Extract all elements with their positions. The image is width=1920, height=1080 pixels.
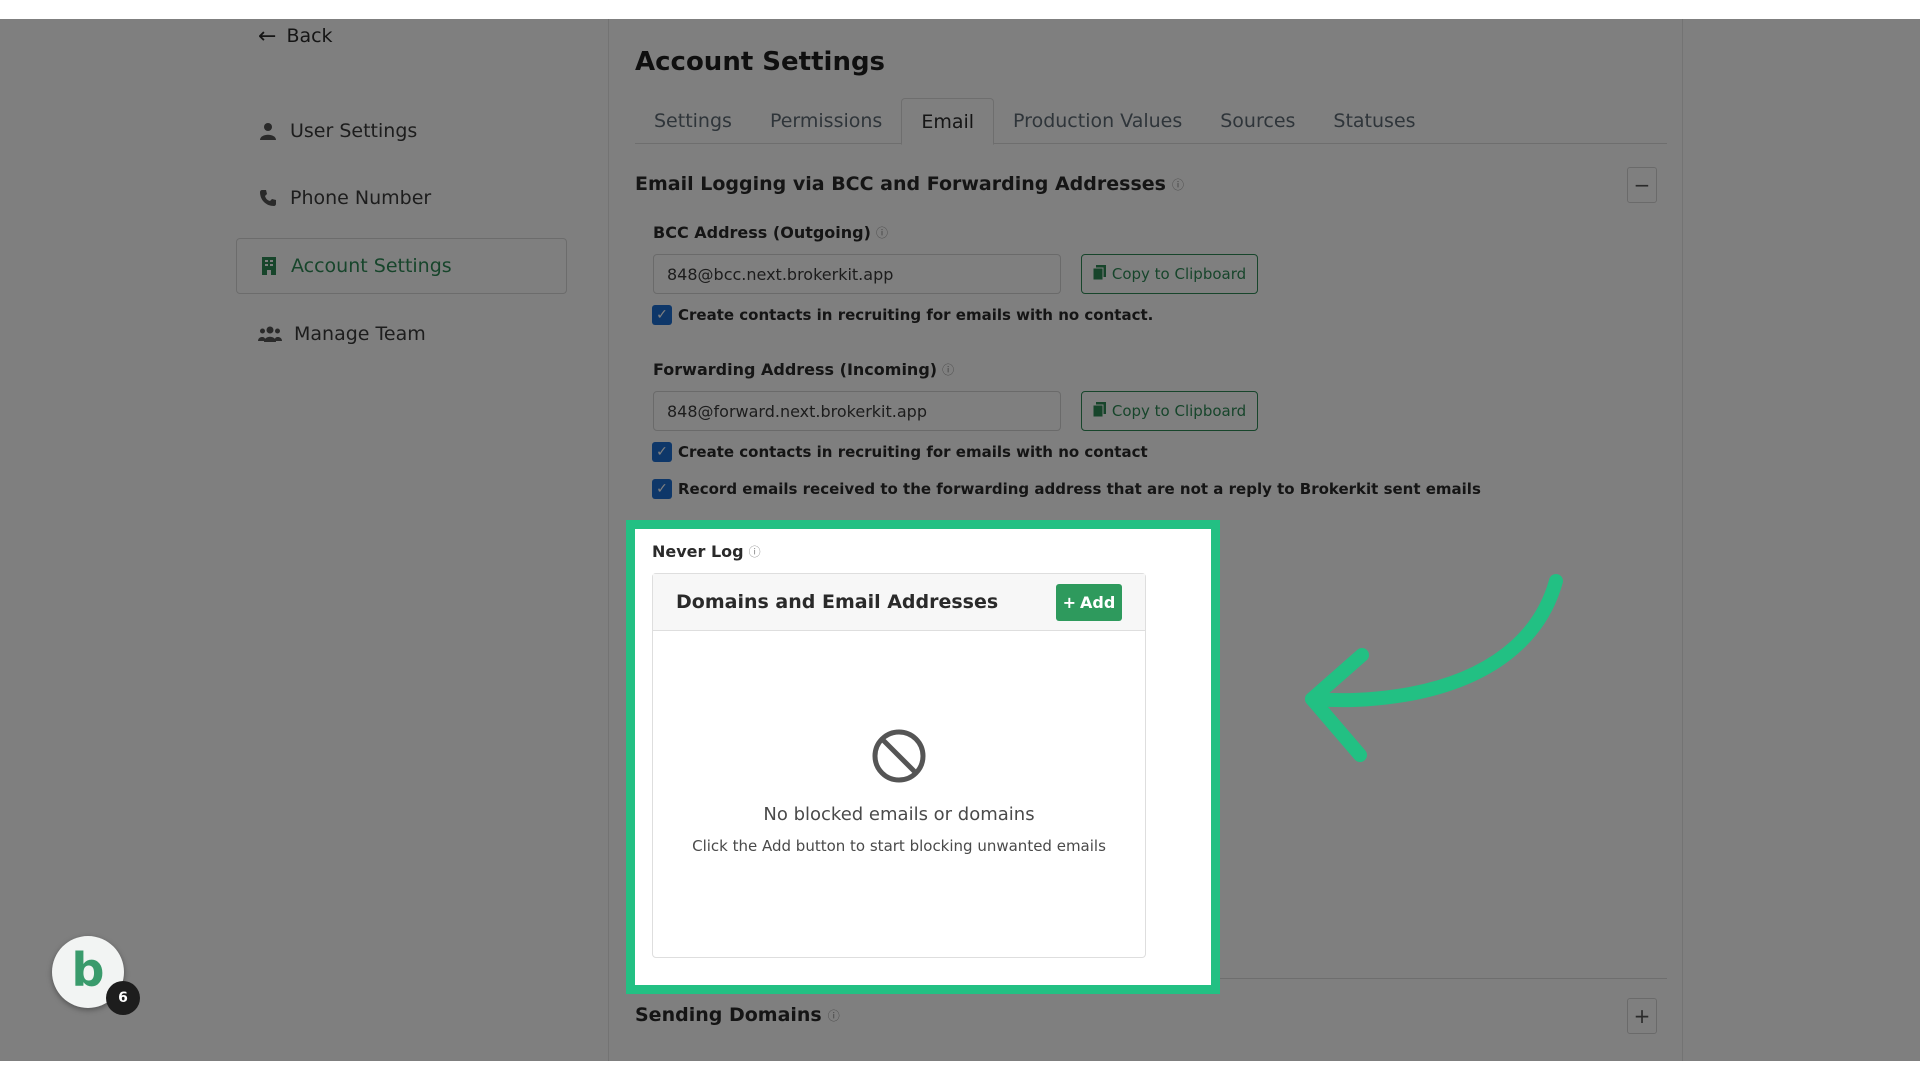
clipboard-icon xyxy=(1092,264,1106,284)
nav-item-user-settings[interactable]: User Settings xyxy=(236,103,567,159)
copy-label: Copy to Clipboard xyxy=(1111,402,1247,420)
page-title: Account Settings xyxy=(635,47,886,77)
tab-bar: Settings Permissions Email Production Va… xyxy=(635,98,1667,145)
checkbox-label: Create contacts in recruiting for emails… xyxy=(678,306,1154,324)
copy-forwarding-button[interactable]: Copy to Clipboard xyxy=(1081,391,1258,431)
nav-item-label: Account Settings xyxy=(291,255,452,277)
tab-sources[interactable]: Sources xyxy=(1201,98,1314,144)
phone-icon xyxy=(258,189,278,207)
back-label: Back xyxy=(286,25,333,47)
info-icon: ⓘ xyxy=(1171,177,1184,192)
collapse-button[interactable]: − xyxy=(1627,167,1657,203)
checkbox-checked[interactable]: ✓ xyxy=(652,479,672,499)
bcc-address-field[interactable] xyxy=(653,254,1061,294)
never-log-label: Never Log ⓘ xyxy=(652,542,761,561)
never-log-label-text: Never Log xyxy=(652,542,744,561)
arrow-left-icon: ← xyxy=(258,23,277,49)
copy-label: Copy to Clipboard xyxy=(1111,265,1247,283)
info-icon: ⓘ xyxy=(827,1008,840,1023)
app-stage: ← Back User Settings Phone Number Accoun… xyxy=(0,19,1920,1061)
sending-domains-title: Sending Domains xyxy=(635,1004,822,1026)
copy-bcc-button[interactable]: Copy to Clipboard xyxy=(1081,254,1258,294)
sending-domains-heading: Sending Domains ⓘ xyxy=(635,1004,840,1026)
nav-item-label: Manage Team xyxy=(294,323,426,345)
forwarding-address-field[interactable] xyxy=(653,391,1061,431)
checkbox-label: Create contacts in recruiting for emails… xyxy=(678,443,1148,461)
notification-badge: 6 xyxy=(106,981,140,1015)
email-logging-heading: Email Logging via BCC and Forwarding Add… xyxy=(635,173,1184,195)
user-icon xyxy=(258,122,278,140)
tab-permissions[interactable]: Permissions xyxy=(751,98,901,144)
plus-icon: + xyxy=(1062,592,1077,612)
nav-item-phone-number[interactable]: Phone Number xyxy=(236,170,567,226)
forwarding-create-contacts-row[interactable]: ✓ Create contacts in recruiting for emai… xyxy=(652,442,1148,462)
empty-state-subtitle: Click the Add button to start blocking u… xyxy=(692,837,1106,855)
checkbox-checked[interactable]: ✓ xyxy=(652,442,672,462)
nav-item-label: User Settings xyxy=(290,120,418,142)
never-log-highlight: Never Log ⓘ Domains and Email Addresses … xyxy=(626,520,1220,994)
domains-card-title: Domains and Email Addresses xyxy=(676,591,999,613)
bcc-label: BCC Address (Outgoing) ⓘ xyxy=(653,223,888,242)
email-logging-title: Email Logging via BCC and Forwarding Add… xyxy=(635,173,1166,195)
annotation-arrow-icon xyxy=(1305,574,1563,762)
team-icon xyxy=(258,326,282,342)
forwarding-label: Forwarding Address (Incoming) ⓘ xyxy=(653,360,954,379)
forwarding-label-text: Forwarding Address (Incoming) xyxy=(653,360,938,379)
clipboard-icon xyxy=(1092,401,1106,421)
bcc-create-contacts-row[interactable]: ✓ Create contacts in recruiting for emai… xyxy=(652,305,1153,325)
add-label: Add xyxy=(1080,592,1116,612)
forwarding-record-emails-row[interactable]: ✓ Record emails received to the forwardi… xyxy=(652,479,1481,499)
domains-card: Domains and Email Addresses + Add No blo… xyxy=(652,573,1146,958)
checkbox-checked[interactable]: ✓ xyxy=(652,305,672,325)
nav-item-label: Phone Number xyxy=(290,187,432,209)
tab-settings[interactable]: Settings xyxy=(635,98,751,144)
building-icon xyxy=(259,257,279,275)
bcc-label-text: BCC Address (Outgoing) xyxy=(653,223,871,242)
info-icon: ⓘ xyxy=(748,545,761,559)
expand-button[interactable]: + xyxy=(1627,998,1657,1034)
domains-card-header: Domains and Email Addresses + Add xyxy=(653,574,1145,631)
blocked-icon xyxy=(871,728,927,788)
nav-item-account-settings[interactable]: Account Settings xyxy=(236,238,567,294)
checkbox-label: Record emails received to the forwarding… xyxy=(678,480,1481,498)
nav-item-manage-team[interactable]: Manage Team xyxy=(236,306,567,362)
tab-production-values[interactable]: Production Values xyxy=(994,98,1201,144)
avatar-letter: b xyxy=(71,943,105,997)
info-icon: ⓘ xyxy=(875,226,888,240)
tab-statuses[interactable]: Statuses xyxy=(1314,98,1434,144)
add-button[interactable]: + Add xyxy=(1056,583,1122,621)
back-link[interactable]: ← Back xyxy=(258,21,333,51)
info-icon: ⓘ xyxy=(942,363,955,377)
tab-email[interactable]: Email xyxy=(901,98,995,145)
empty-state-title: No blocked emails or domains xyxy=(763,804,1035,825)
empty-state: No blocked emails or domains Click the A… xyxy=(653,631,1145,957)
